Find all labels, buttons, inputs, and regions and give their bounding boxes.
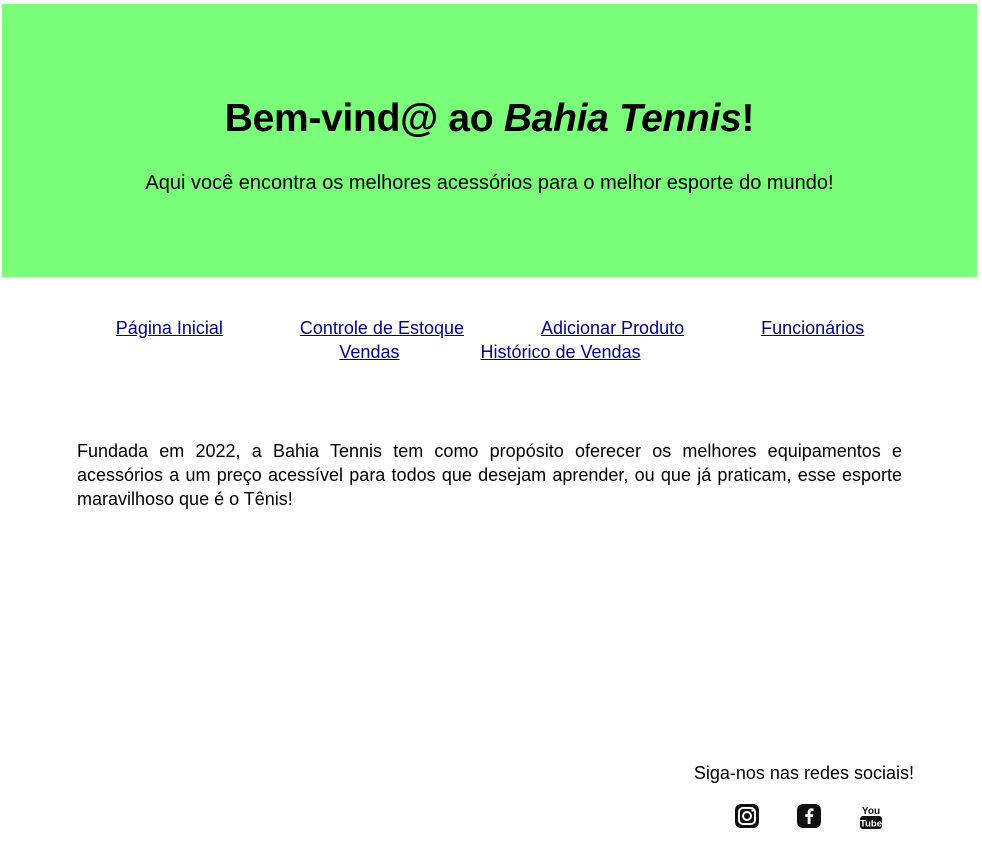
instagram-icon[interactable]: [734, 803, 760, 829]
nav-row: Página Inicial Controle de Estoque Adici…: [60, 316, 920, 340]
nav-link-stock-control[interactable]: Controle de Estoque: [300, 316, 464, 340]
social-heading: Siga-nos nas redes sociais!: [693, 763, 914, 783]
title-brand: Bahia Tennis: [503, 97, 742, 140]
youtube-icon-text-bottom: Tube: [860, 819, 882, 830]
nav-link-employees[interactable]: Funcionários: [761, 316, 864, 340]
facebook-icon[interactable]: [796, 803, 822, 829]
nav-row: Vendas Histórico de Vendas: [60, 340, 920, 364]
hero-banner: Bem-vind@ ao Bahia Tennis! Aqui você enc…: [2, 4, 977, 277]
social-icons: You Tube: [734, 803, 894, 831]
page-subtitle: Aqui você encontra os melhores acessório…: [145, 172, 834, 194]
page: Bem-vind@ ao Bahia Tennis! Aqui você enc…: [0, 0, 982, 852]
nav-link-home[interactable]: Página Inicial: [116, 316, 223, 340]
page-title: Bem-vind@ ao Bahia Tennis!: [2, 96, 977, 142]
youtube-icon-text-top: You: [862, 806, 880, 817]
title-prefix: Bem-vind@ ao: [224, 97, 504, 140]
nav-link-sales[interactable]: Vendas: [339, 340, 399, 364]
main-nav: Página Inicial Controle de Estoque Adici…: [60, 316, 920, 364]
about-paragraph: Fundada em 2022, a Bahia Tennis tem como…: [77, 441, 902, 509]
title-suffix: !: [741, 97, 755, 140]
nav-link-sales-history[interactable]: Histórico de Vendas: [480, 340, 640, 364]
nav-link-add-product[interactable]: Adicionar Produto: [541, 316, 684, 340]
youtube-icon[interactable]: You Tube: [858, 803, 884, 830]
